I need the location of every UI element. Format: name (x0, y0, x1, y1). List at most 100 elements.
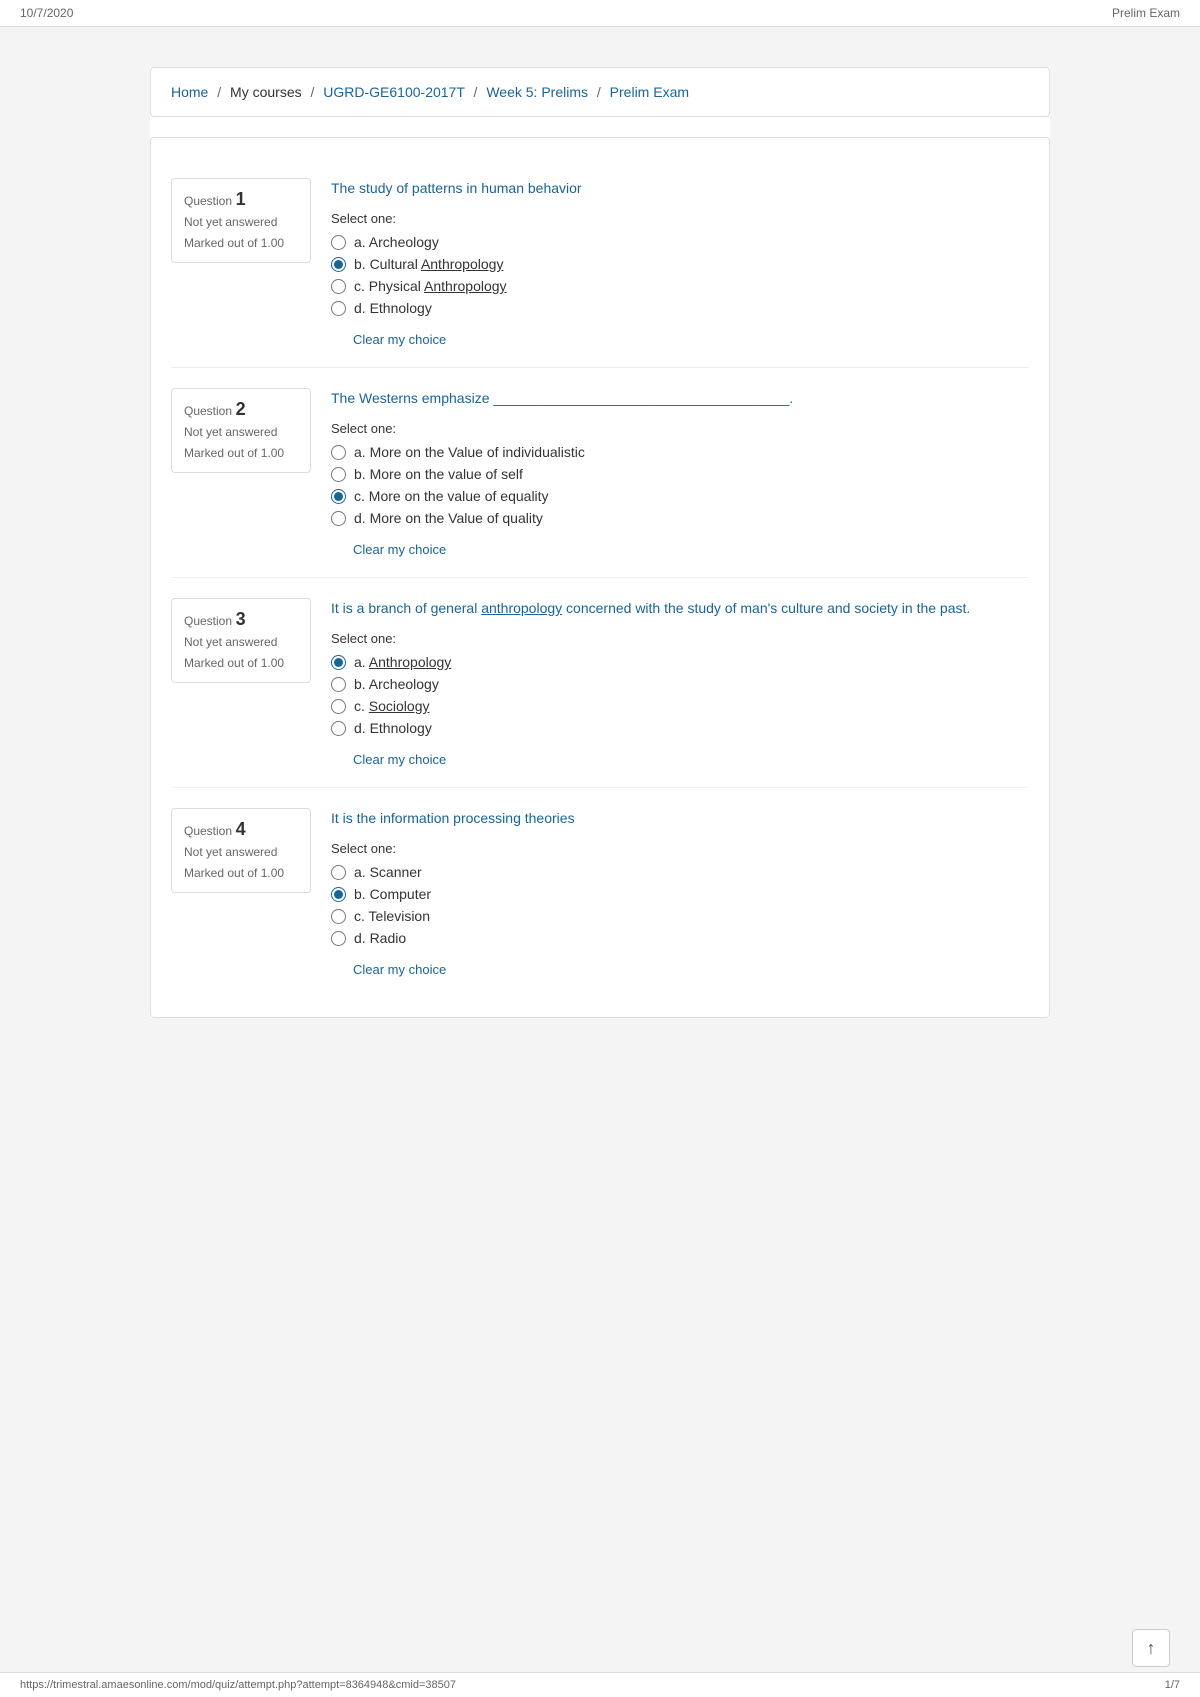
q1-status: Not yet answered (184, 214, 298, 231)
q3-option-c[interactable]: c. Sociology (331, 698, 1029, 714)
q1-text: The study of patterns in human behavior (331, 178, 1029, 199)
q4-text: It is the information processing theorie… (331, 808, 1029, 829)
q4-radio-a[interactable] (331, 865, 346, 880)
top-bar: 10/7/2020 Prelim Exam (0, 0, 1200, 27)
q2-clear-choice[interactable]: Clear my choice (353, 542, 446, 557)
q1-option-c[interactable]: c. Physical Anthropology (331, 278, 1029, 294)
breadcrumb-sep1: / (217, 84, 221, 100)
q2-mark: Marked out of 1.00 (184, 445, 298, 462)
q2-option-c[interactable]: c. More on the value of equality (331, 488, 1029, 504)
question-body-1: The study of patterns in human behavior … (331, 178, 1029, 347)
q4-clear-choice[interactable]: Clear my choice (353, 962, 446, 977)
q2-options: a. More on the Value of individualistic … (331, 444, 1029, 526)
q1-radio-d[interactable] (331, 301, 346, 316)
q1-radio-a[interactable] (331, 235, 346, 250)
q1-radio-c[interactable] (331, 279, 346, 294)
q3-radio-b[interactable] (331, 677, 346, 692)
question-body-3: It is a branch of general anthropology c… (331, 598, 1029, 767)
q4-option-d[interactable]: d. Radio (331, 930, 1029, 946)
q3-text: It is a branch of general anthropology c… (331, 598, 1029, 619)
breadcrumb: Home / My courses / UGRD-GE6100-2017T / … (150, 67, 1050, 117)
question-meta-4: Question 4 Not yet answered Marked out o… (171, 808, 311, 893)
bottom-page: 1/7 (1165, 1679, 1180, 1691)
q3-option-b[interactable]: b. Archeology (331, 676, 1029, 692)
q2-number: 2 (236, 399, 246, 419)
q4-label-d: d. Radio (354, 930, 406, 946)
q1-clear-choice[interactable]: Clear my choice (353, 332, 446, 347)
q1-label-c: c. Physical Anthropology (354, 278, 507, 294)
date-label: 10/7/2020 (20, 6, 73, 20)
q2-option-b[interactable]: b. More on the value of self (331, 466, 1029, 482)
q4-option-c[interactable]: c. Television (331, 908, 1029, 924)
q3-label-a: a. Anthropology (354, 654, 451, 670)
question-body-2: The Westerns emphasize _________________… (331, 388, 1029, 557)
q3-label-b: b. Archeology (354, 676, 439, 692)
breadcrumb-sep2: / (311, 84, 315, 100)
q3-label-c: c. Sociology (354, 698, 429, 714)
q2-status: Not yet answered (184, 424, 298, 441)
q3-radio-c[interactable] (331, 699, 346, 714)
q2-radio-d[interactable] (331, 511, 346, 526)
breadcrumb-course[interactable]: UGRD-GE6100-2017T (323, 84, 464, 100)
q2-radio-b[interactable] (331, 467, 346, 482)
q4-status: Not yet answered (184, 844, 298, 861)
q3-options: a. Anthropology b. Archeology c. Sociolo… (331, 654, 1029, 736)
q2-label: Question (184, 404, 232, 418)
questions-container: Question 1 Not yet answered Marked out o… (150, 137, 1050, 1018)
q3-label-d: d. Ethnology (354, 720, 432, 736)
q1-option-a[interactable]: a. Archeology (331, 234, 1029, 250)
breadcrumb-mycourses: My courses (230, 84, 302, 100)
q2-label-d: d. More on the Value of quality (354, 510, 543, 526)
q1-option-d[interactable]: d. Ethnology (331, 300, 1029, 316)
breadcrumb-week[interactable]: Week 5: Prelims (486, 84, 588, 100)
q2-option-a[interactable]: a. More on the Value of individualistic (331, 444, 1029, 460)
question-meta-2: Question 2 Not yet answered Marked out o… (171, 388, 311, 473)
q4-mark: Marked out of 1.00 (184, 865, 298, 882)
bottom-url: https://trimestral.amaesonline.com/mod/q… (20, 1679, 456, 1691)
question-meta-3: Question 3 Not yet answered Marked out o… (171, 598, 311, 683)
q3-label: Question (184, 614, 232, 628)
page-title: Prelim Exam (1112, 6, 1180, 20)
q4-option-b[interactable]: b. Computer (331, 886, 1029, 902)
q1-option-b[interactable]: b. Cultural Anthropology (331, 256, 1029, 272)
bottom-bar: https://trimestral.amaesonline.com/mod/q… (0, 1672, 1200, 1697)
q2-option-d[interactable]: d. More on the Value of quality (331, 510, 1029, 526)
breadcrumb-home[interactable]: Home (171, 84, 208, 100)
breadcrumb-sep4: / (597, 84, 601, 100)
breadcrumb-sep3: / (474, 84, 478, 100)
q3-option-a[interactable]: a. Anthropology (331, 654, 1029, 670)
q4-label-b: b. Computer (354, 886, 431, 902)
q1-select-label: Select one: (331, 211, 1029, 226)
q2-label-c: c. More on the value of equality (354, 488, 549, 504)
q2-label-b: b. More on the value of self (354, 466, 523, 482)
q3-status: Not yet answered (184, 634, 298, 651)
scroll-up-button[interactable]: ↑ (1132, 1629, 1170, 1667)
q1-label-b: b. Cultural Anthropology (354, 256, 503, 272)
question-block-3: Question 3 Not yet answered Marked out o… (171, 578, 1029, 788)
q1-options: a. Archeology b. Cultural Anthropology c… (331, 234, 1029, 316)
q3-radio-d[interactable] (331, 721, 346, 736)
q3-radio-a[interactable] (331, 655, 346, 670)
question-block-1: Question 1 Not yet answered Marked out o… (171, 158, 1029, 368)
scroll-up-icon: ↑ (1147, 1638, 1156, 1659)
q1-mark: Marked out of 1.00 (184, 235, 298, 252)
q2-label-a: a. More on the Value of individualistic (354, 444, 585, 460)
q4-radio-c[interactable] (331, 909, 346, 924)
q1-radio-b[interactable] (331, 257, 346, 272)
q4-label: Question (184, 824, 232, 838)
q4-radio-d[interactable] (331, 931, 346, 946)
question-block-4: Question 4 Not yet answered Marked out o… (171, 788, 1029, 997)
q4-radio-b[interactable] (331, 887, 346, 902)
breadcrumb-exam[interactable]: Prelim Exam (610, 84, 689, 100)
q3-option-d[interactable]: d. Ethnology (331, 720, 1029, 736)
q1-label-a: a. Archeology (354, 234, 439, 250)
q3-clear-choice[interactable]: Clear my choice (353, 752, 446, 767)
q2-radio-c[interactable] (331, 489, 346, 504)
q2-text: The Westerns emphasize _________________… (331, 388, 1029, 409)
q4-option-a[interactable]: a. Scanner (331, 864, 1029, 880)
q3-select-label: Select one: (331, 631, 1029, 646)
question-block-2: Question 2 Not yet answered Marked out o… (171, 368, 1029, 578)
q4-options: a. Scanner b. Computer c. Television d. … (331, 864, 1029, 946)
q4-select-label: Select one: (331, 841, 1029, 856)
q2-radio-a[interactable] (331, 445, 346, 460)
